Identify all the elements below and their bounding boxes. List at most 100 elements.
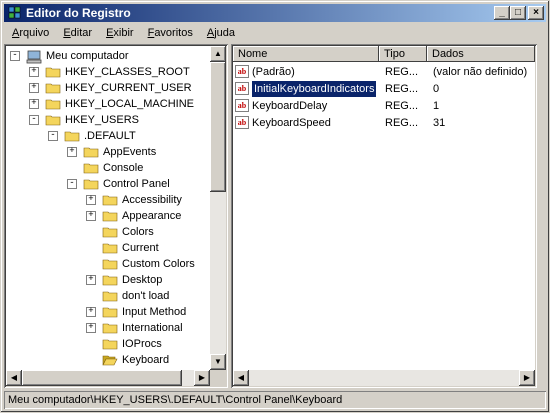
string-value-icon: ab bbox=[235, 99, 249, 112]
folder-icon bbox=[83, 162, 99, 174]
expand-icon[interactable]: + bbox=[86, 275, 96, 285]
menu-ajuda[interactable]: Ajuda bbox=[201, 24, 241, 42]
string-value-icon: ab bbox=[235, 82, 249, 95]
registry-editor-icon bbox=[8, 6, 21, 19]
expand-icon[interactable]: + bbox=[86, 307, 96, 317]
folder-icon bbox=[83, 178, 99, 190]
tree-node[interactable]: Colors bbox=[6, 224, 210, 240]
list-scroll-right-button[interactable]: ▶ bbox=[519, 370, 535, 386]
minimize-button[interactable]: _ bbox=[494, 6, 510, 20]
tree-node[interactable]: IOProcs bbox=[6, 336, 210, 352]
folder-icon bbox=[102, 306, 118, 318]
value-type: REG... bbox=[385, 117, 419, 129]
tree-node-label: Custom Colors bbox=[122, 258, 195, 270]
maximize-button[interactable]: □ bbox=[510, 6, 526, 20]
list-scroll-left-button[interactable]: ◀ bbox=[233, 370, 249, 386]
column-header-tipo[interactable]: Tipo bbox=[379, 46, 427, 62]
tree-node[interactable]: Console bbox=[6, 160, 210, 176]
tree-node[interactable]: + Accessibility bbox=[6, 192, 210, 208]
menu-arquivo[interactable]: Arquivo bbox=[6, 24, 55, 42]
scroll-up-button[interactable]: ▲ bbox=[210, 46, 226, 62]
tree-node[interactable]: Custom Colors bbox=[6, 256, 210, 272]
expand-icon[interactable]: + bbox=[29, 83, 39, 93]
list-horizontal-scrollbar[interactable]: ◀ ▶ bbox=[233, 370, 535, 386]
registry-editor-window: Editor do Registro _ □ × Arquivo Editar Ex… bbox=[0, 0, 550, 413]
folder-icon bbox=[45, 114, 61, 126]
value-type: REG... bbox=[385, 83, 419, 95]
tree-node[interactable]: + Input Method bbox=[6, 304, 210, 320]
tree-node-label: Meu computador bbox=[46, 50, 129, 62]
menu-exibir[interactable]: Exibir bbox=[100, 24, 140, 42]
maximize-icon: □ bbox=[514, 7, 522, 18]
folder-icon bbox=[45, 66, 61, 78]
tree-vertical-scrollbar[interactable]: ▲ ▼ bbox=[210, 46, 226, 370]
collapse-icon[interactable]: - bbox=[29, 115, 39, 125]
collapse-icon[interactable]: - bbox=[67, 179, 77, 189]
status-bar: Meu computador\HKEY_USERS\.DEFAULT\Contr… bbox=[4, 391, 546, 409]
expand-icon[interactable]: + bbox=[67, 147, 77, 157]
value-data: 0 bbox=[433, 83, 440, 95]
tree-node[interactable]: - HKEY_USERS bbox=[6, 112, 210, 128]
scroll-thumb-horizontal[interactable] bbox=[22, 370, 182, 386]
close-button[interactable]: × bbox=[528, 6, 544, 20]
value-name: KeyboardDelay bbox=[252, 100, 328, 112]
tree-node[interactable]: - .DEFAULT bbox=[6, 128, 210, 144]
tree-node[interactable]: Keyboard bbox=[6, 352, 210, 368]
tree-node[interactable]: + Appearance bbox=[6, 208, 210, 224]
expand-icon[interactable]: + bbox=[29, 67, 39, 77]
value-row[interactable]: ab (Padrão) REG... (valor não definido) bbox=[235, 64, 535, 80]
scroll-thumb[interactable] bbox=[210, 62, 226, 192]
tree-node-label: HKEY_LOCAL_MACHINE bbox=[65, 98, 194, 110]
collapse-icon[interactable]: - bbox=[48, 131, 58, 141]
tree-node[interactable]: + Desktop bbox=[6, 272, 210, 288]
expand-icon[interactable]: + bbox=[29, 99, 39, 109]
value-row[interactable]: ab InitialKeyboardIndicators REG... 0 bbox=[235, 80, 535, 98]
folder-icon bbox=[102, 242, 118, 254]
value-name: InitialKeyboardIndicators bbox=[250, 80, 378, 98]
value-data: 1 bbox=[433, 100, 440, 112]
scrollbar-corner bbox=[210, 370, 226, 386]
expand-icon[interactable]: + bbox=[86, 323, 96, 333]
title-bar[interactable]: Editor do Registro _ □ × bbox=[4, 4, 546, 22]
string-value-icon: ab bbox=[235, 65, 249, 78]
value-row[interactable]: ab KeyboardSpeed REG... 31 bbox=[235, 115, 535, 131]
collapse-icon[interactable]: - bbox=[10, 51, 20, 61]
value-name: (Padrão) bbox=[252, 66, 295, 78]
scroll-left-button[interactable]: ◀ bbox=[6, 370, 22, 386]
scroll-right-button[interactable]: ▶ bbox=[194, 370, 210, 386]
computer-icon bbox=[26, 50, 42, 64]
key-tree-pane[interactable]: - Meu computador + HKEY_CLASSES_ROOT + HKEY_C… bbox=[4, 44, 228, 388]
tree-node[interactable]: + HKEY_LOCAL_MACHINE bbox=[6, 96, 210, 112]
scroll-down-button[interactable]: ▼ bbox=[210, 354, 226, 370]
tree-node-label: don't load bbox=[122, 290, 170, 302]
menu-favoritos[interactable]: Favoritos bbox=[142, 24, 199, 42]
tree-node[interactable]: - Meu computador bbox=[6, 48, 210, 64]
column-header-dados[interactable]: Dados bbox=[427, 46, 535, 62]
arrow-up-icon: ▲ bbox=[214, 49, 222, 58]
value-type: REG... bbox=[385, 66, 419, 78]
expand-icon[interactable]: + bbox=[86, 211, 96, 221]
tree-horizontal-scrollbar[interactable]: ◀ ▶ bbox=[6, 370, 210, 386]
tree-node-label: Input Method bbox=[122, 306, 187, 318]
tree-node-label: Desktop bbox=[122, 274, 163, 286]
tree-node[interactable]: don't load bbox=[6, 288, 210, 304]
values-list-pane[interactable]: Nome Tipo Dados ab (Padrão) REG... (valor n… bbox=[231, 44, 537, 388]
tree-node[interactable]: + HKEY_CLASSES_ROOT bbox=[6, 64, 210, 80]
tree-node[interactable]: Current bbox=[6, 240, 210, 256]
tree-node-label: Console bbox=[103, 162, 144, 174]
tree-node[interactable]: + HKEY_CURRENT_USER bbox=[6, 80, 210, 96]
tree-node[interactable]: - Control Panel bbox=[6, 176, 210, 192]
close-icon: × bbox=[533, 7, 539, 18]
value-name: KeyboardSpeed bbox=[252, 117, 331, 129]
column-header-nome[interactable]: Nome bbox=[233, 46, 379, 62]
tree-node-label: International bbox=[122, 322, 183, 334]
menu-editar[interactable]: Editar bbox=[57, 24, 98, 42]
expand-icon[interactable]: + bbox=[86, 195, 96, 205]
tree-node[interactable]: + AppEvents bbox=[6, 144, 210, 160]
folder-icon bbox=[102, 226, 118, 238]
value-row[interactable]: ab KeyboardDelay REG... 1 bbox=[235, 98, 535, 114]
tree-node-label: HKEY_CLASSES_ROOT bbox=[65, 66, 190, 78]
tree-node[interactable]: + International bbox=[6, 320, 210, 336]
folder-icon bbox=[102, 274, 118, 286]
arrow-right-icon: ▶ bbox=[523, 373, 531, 382]
